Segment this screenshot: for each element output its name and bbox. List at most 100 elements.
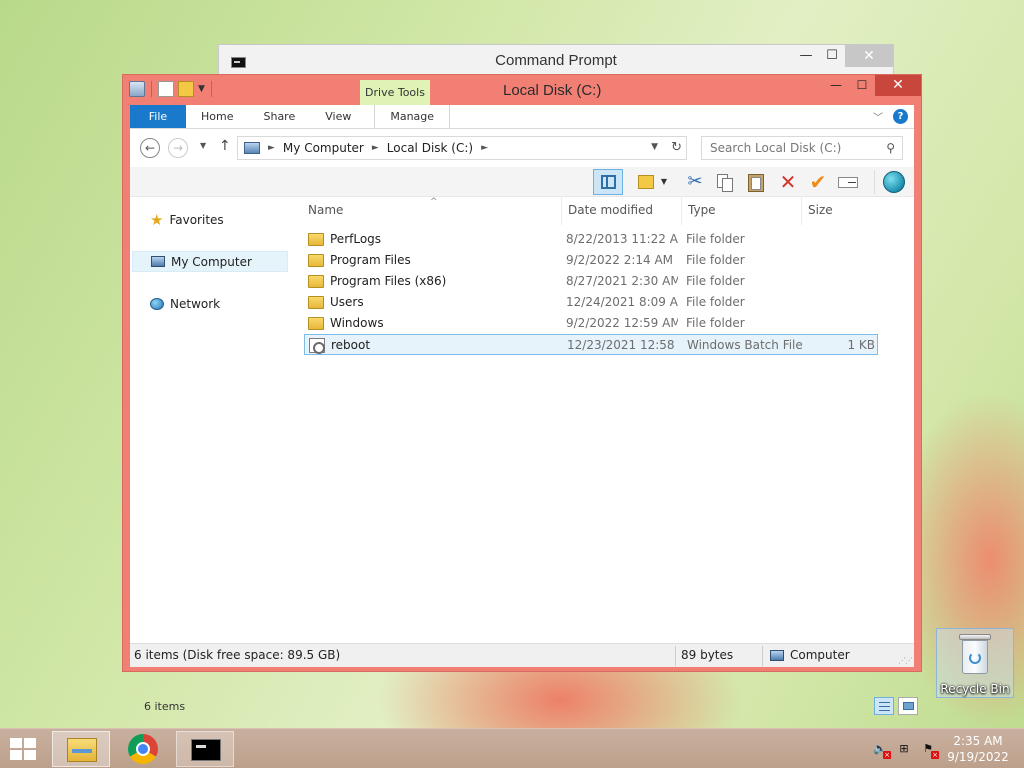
minimize-button[interactable]: — (823, 75, 849, 96)
network-icon (150, 297, 164, 310)
copy-icon[interactable] (713, 171, 737, 193)
column-header-type[interactable]: Type (682, 197, 802, 225)
recycle-bin-shortcut[interactable]: Recycle Bin (936, 628, 1014, 698)
content-area: ▼ ✂ ✕ ✔ ★ Favorites My Computer Network (130, 167, 918, 715)
breadcrumb-my-computer[interactable]: My Computer (283, 141, 364, 155)
expand-ribbon-chevron-icon[interactable]: ﹀ (873, 109, 883, 124)
column-header-size[interactable]: Size (802, 197, 882, 225)
clock[interactable]: 2:35 AM 9/19/2022 (946, 733, 1010, 765)
chevron-right-icon[interactable]: ► (372, 143, 379, 153)
cut-icon[interactable]: ✂ (683, 171, 707, 193)
folder-icon (308, 253, 324, 267)
folder-check-icon[interactable] (635, 171, 659, 193)
status-divider (762, 646, 763, 666)
file-type: File folder (686, 253, 745, 267)
sort-caret-icon: ^ (430, 197, 438, 207)
network-icon[interactable]: ⊞ (896, 741, 912, 757)
nav-item-network[interactable]: Network (132, 293, 288, 314)
file-date: 12/24/2021 8:09 AM (566, 295, 678, 309)
forward-button[interactable]: → (168, 138, 188, 158)
status-bar: 6 items (Disk free space: 89.5 GB) 89 by… (130, 643, 914, 667)
file-date: 12/23/2021 12:58 ... (567, 338, 679, 352)
maximize-button[interactable]: ☐ (849, 75, 875, 96)
start-button[interactable] (10, 738, 38, 760)
tab-home[interactable]: Home (186, 105, 248, 128)
taskbar-file-explorer[interactable] (52, 731, 110, 767)
file-date: 9/2/2022 2:14 AM (566, 253, 674, 267)
title-bar[interactable]: ▼ Drive Tools Local Disk (C:) — ☐ ✕ (123, 75, 921, 105)
tab-view[interactable]: View (310, 105, 366, 128)
file-explorer-icon (67, 738, 97, 762)
resize-grip-icon[interactable]: ⋰⋰ (898, 656, 913, 665)
search-icon[interactable]: ⚲ (886, 137, 895, 159)
file-row[interactable]: Program Files 9/2/2022 2:14 AM File fold… (304, 250, 878, 271)
navigation-pane: ★ Favorites My Computer Network (130, 197, 290, 607)
file-date: 9/2/2022 12:59 AM (566, 316, 678, 330)
file-type: File folder (686, 274, 745, 288)
details-view-button[interactable] (874, 697, 894, 715)
search-placeholder: Search Local Disk (C:) (710, 141, 842, 155)
paste-icon[interactable] (744, 171, 768, 193)
breadcrumb-local-disk[interactable]: Local Disk (C:) (387, 141, 473, 155)
file-row-selected[interactable]: reboot 12/23/2021 12:58 ... Windows Batc… (304, 334, 878, 355)
quick-access-toolbar: ▼ (129, 81, 214, 97)
tab-file[interactable]: File (130, 105, 186, 128)
close-button[interactable]: ✕ (875, 75, 921, 96)
clock-time: 2:35 AM (953, 734, 1003, 748)
globe-icon[interactable] (882, 171, 906, 193)
chevron-right-icon[interactable]: ► (481, 143, 488, 153)
rename-icon[interactable] (836, 171, 860, 193)
large-icons-view-button[interactable] (898, 697, 918, 715)
file-row[interactable]: Program Files (x86) 8/27/2021 2:30 AM Fi… (304, 271, 878, 292)
windows-logo-icon (10, 738, 22, 748)
new-folder-icon[interactable] (178, 81, 194, 97)
back-button[interactable]: ← (140, 138, 160, 158)
window-title: Local Disk (C:) (503, 82, 602, 99)
file-size: 1 KB (847, 338, 875, 352)
computer-icon (770, 649, 784, 661)
delete-icon[interactable]: ✕ (776, 171, 800, 193)
clock-date: 9/19/2022 (947, 750, 1009, 764)
qat-separator (151, 81, 152, 97)
customize-qat-dropdown-icon[interactable]: ▼ (198, 84, 205, 94)
command-prompt-icon (191, 739, 221, 761)
nav-item-favorites[interactable]: ★ Favorites (132, 209, 288, 230)
taskbar-command-prompt[interactable] (176, 731, 234, 767)
file-list: ^ Name Date modified Type Size PerfLogs … (302, 197, 914, 607)
checkmark-icon[interactable]: ✔ (806, 171, 830, 193)
file-row[interactable]: Users 12/24/2021 8:09 AM File folder (304, 292, 878, 313)
drive-icon[interactable] (129, 81, 145, 97)
column-header-name[interactable]: ^ Name (302, 197, 562, 225)
file-row[interactable]: Windows 9/2/2022 12:59 AM File folder (304, 313, 878, 334)
help-icon[interactable]: ? (893, 109, 908, 124)
file-row[interactable]: PerfLogs 8/22/2013 11:22 AM File folder (304, 229, 878, 250)
properties-icon[interactable] (158, 81, 174, 97)
batch-file-icon (309, 337, 325, 354)
search-input[interactable]: Search Local Disk (C:) ⚲ (701, 136, 903, 160)
status-location: Computer (790, 648, 850, 662)
taskbar-chrome[interactable] (114, 731, 172, 767)
nav-item-my-computer[interactable]: My Computer (132, 251, 288, 272)
refresh-icon[interactable]: ↻ (671, 140, 682, 155)
folder-options-dropdown-icon[interactable]: ▼ (658, 171, 670, 193)
volume-muted-icon[interactable]: 🔈 × (872, 741, 891, 759)
column-headers: ^ Name Date modified Type Size (302, 197, 884, 225)
action-center-flag-icon[interactable]: ⚑ × (920, 741, 939, 759)
address-bar[interactable]: ► My Computer ► Local Disk (C:) ► ▼ ↻ (237, 136, 687, 160)
preview-pane-icon[interactable] (593, 169, 623, 195)
cmd-maximize-button[interactable]: ☐ (819, 45, 845, 67)
taskbar: 🔈 × ⊞ ⚑ × 2:35 AM 9/19/2022 (0, 728, 1024, 768)
up-button[interactable]: ↑ (219, 138, 231, 154)
cmd-close-button[interactable]: ✕ (845, 45, 893, 67)
tab-manage[interactable]: Manage (374, 105, 451, 128)
recent-locations-dropdown-icon[interactable]: ▼ (200, 141, 206, 150)
computer-icon (244, 142, 260, 154)
file-name: Program Files (x86) (330, 274, 447, 288)
file-date: 8/27/2021 2:30 AM (566, 274, 678, 288)
chevron-right-icon[interactable]: ► (268, 143, 275, 153)
address-dropdown-icon[interactable]: ▼ (651, 142, 658, 152)
column-header-date[interactable]: Date modified (562, 197, 682, 225)
tab-share[interactable]: Share (248, 105, 310, 128)
chrome-icon (128, 734, 158, 764)
cmd-minimize-button[interactable]: — (793, 45, 819, 67)
